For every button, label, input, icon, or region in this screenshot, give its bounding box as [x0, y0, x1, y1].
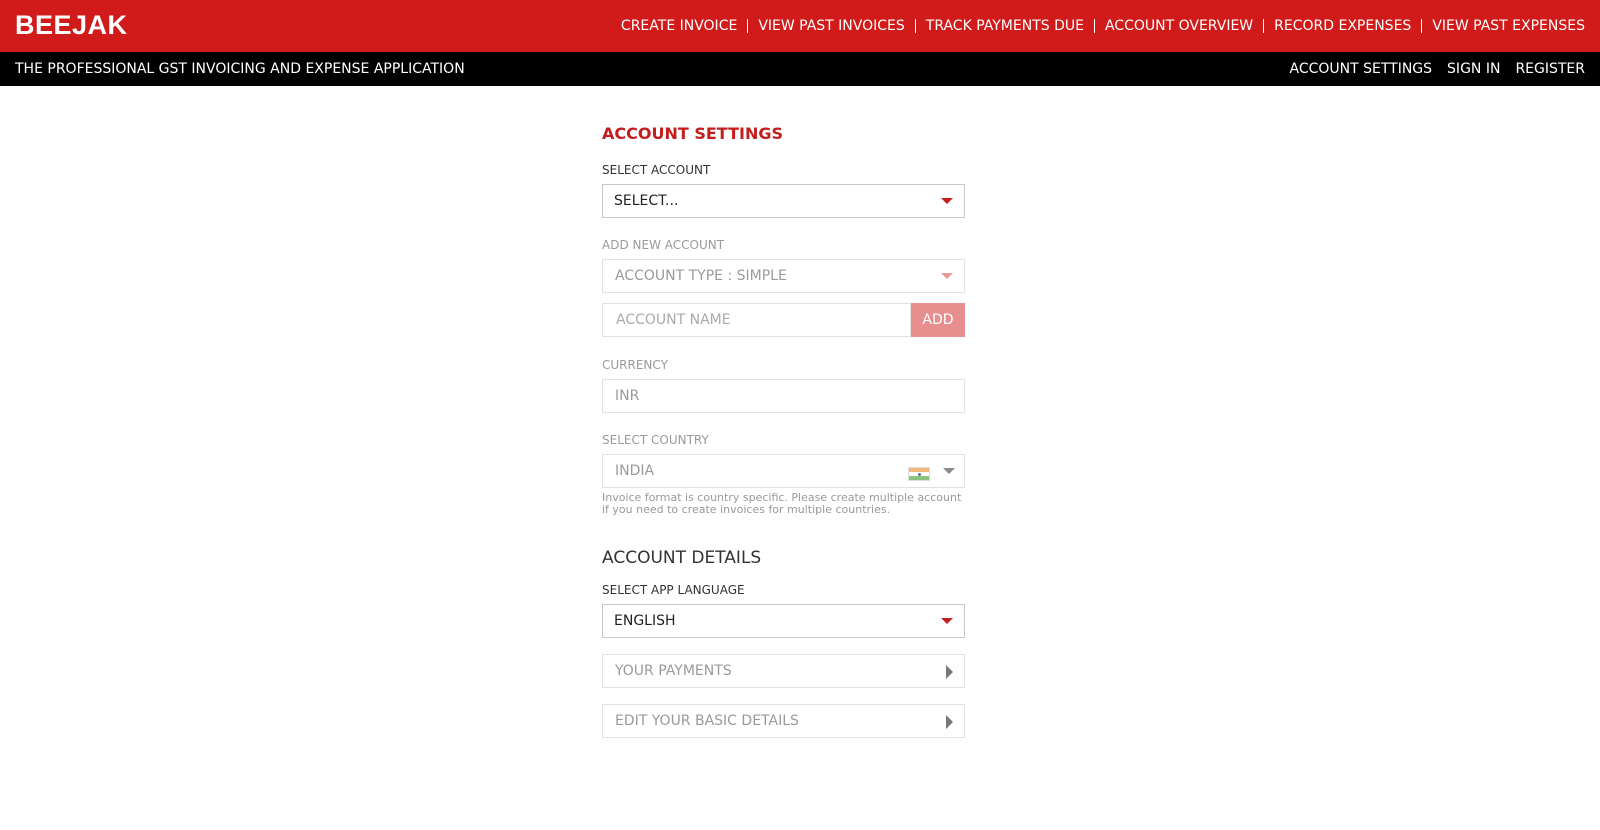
nav-track-payments-due[interactable]: TRACK PAYMENTS DUE — [914, 19, 1094, 33]
currency-label: CURRENCY — [602, 358, 668, 372]
account-name-input[interactable]: ACCOUNT NAME — [602, 303, 911, 337]
app-language-label: SELECT APP LANGUAGE — [602, 583, 745, 597]
country-value: INDIA — [615, 463, 655, 479]
chevron-right-icon — [946, 715, 953, 729]
brand-logo[interactable]: BEEJAK — [15, 10, 128, 41]
add-new-account-label: ADD NEW ACCOUNT — [602, 238, 725, 252]
link-account-settings[interactable]: ACCOUNT SETTINGS — [1289, 61, 1432, 77]
currency-value: INR — [615, 388, 640, 404]
app-language-value: ENGLISH — [614, 613, 676, 629]
nav-view-past-expenses[interactable]: VIEW PAST EXPENSES — [1421, 19, 1585, 33]
link-sign-in[interactable]: SIGN IN — [1447, 61, 1500, 77]
nav-record-expenses[interactable]: RECORD EXPENSES — [1263, 19, 1421, 33]
select-country-dropdown[interactable]: INDIA — [602, 454, 965, 488]
chevron-down-icon — [943, 468, 955, 474]
sub-header: THE PROFESSIONAL GST INVOICING AND EXPEN… — [0, 52, 1600, 86]
page-title: ACCOUNT SETTINGS — [602, 124, 783, 143]
nav-view-past-invoices[interactable]: VIEW PAST INVOICES — [747, 19, 914, 33]
link-register[interactable]: REGISTER — [1515, 61, 1585, 77]
country-help-text: Invoice format is country specific. Plea… — [602, 491, 962, 516]
tagline: THE PROFESSIONAL GST INVOICING AND EXPEN… — [15, 61, 465, 77]
chevron-down-icon — [941, 198, 953, 204]
account-nav: ACCOUNT SETTINGS SIGN IN REGISTER — [1274, 52, 1585, 86]
chevron-down-icon — [941, 273, 953, 279]
account-type-value: ACCOUNT TYPE : SIMPLE — [615, 268, 787, 284]
select-country-label: SELECT COUNTRY — [602, 433, 709, 447]
main-nav: CREATE INVOICE VIEW PAST INVOICES TRACK … — [611, 0, 1585, 52]
account-name-placeholder: ACCOUNT NAME — [616, 312, 731, 328]
select-account-label: SELECT ACCOUNT — [602, 163, 711, 177]
nav-create-invoice[interactable]: CREATE INVOICE — [611, 19, 747, 33]
your-payments-label: YOUR PAYMENTS — [615, 663, 732, 679]
india-flag-icon — [908, 467, 930, 481]
nav-account-overview[interactable]: ACCOUNT OVERVIEW — [1093, 19, 1263, 33]
account-details-heading: ACCOUNT DETAILS — [602, 548, 762, 568]
add-account-button[interactable]: ADD — [911, 303, 965, 337]
top-header: BEEJAK CREATE INVOICE VIEW PAST INVOICES… — [0, 0, 1600, 52]
select-account-dropdown[interactable]: SELECT... — [602, 184, 965, 218]
currency-field[interactable]: INR — [602, 379, 965, 413]
edit-basic-details-label: EDIT YOUR BASIC DETAILS — [615, 713, 799, 729]
your-payments-row[interactable]: YOUR PAYMENTS — [602, 654, 965, 688]
chevron-right-icon — [946, 665, 953, 679]
account-type-dropdown[interactable]: ACCOUNT TYPE : SIMPLE — [602, 259, 965, 293]
edit-basic-details-row[interactable]: EDIT YOUR BASIC DETAILS — [602, 704, 965, 738]
chevron-down-icon — [941, 618, 953, 624]
select-account-value: SELECT... — [614, 193, 679, 209]
app-language-dropdown[interactable]: ENGLISH — [602, 604, 965, 638]
